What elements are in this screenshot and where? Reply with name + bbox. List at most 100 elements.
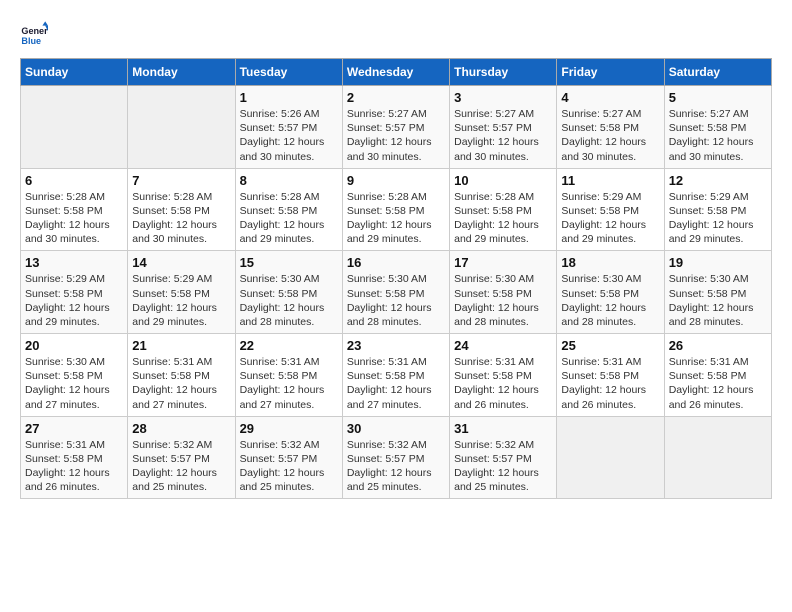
day-number: 2: [347, 90, 445, 105]
calendar-cell: 16 Sunrise: 5:30 AM Sunset: 5:58 PM Dayli…: [342, 251, 449, 334]
calendar-cell: 15 Sunrise: 5:30 AM Sunset: 5:58 PM Dayli…: [235, 251, 342, 334]
day-info: Sunrise: 5:31 AM Sunset: 5:58 PM Dayligh…: [454, 355, 552, 412]
calendar-cell: 29Sunrise: 5:32 AM Sunset: 5:57 PM Dayli…: [235, 416, 342, 499]
calendar-week-1: 1 Sunrise: 5:26 AM Sunset: 5:57 PM Daylig…: [21, 86, 772, 169]
weekday-header-thursday: Thursday: [450, 59, 557, 86]
day-number: 29: [240, 421, 338, 436]
day-info: Sunrise: 5:28 AM Sunset: 5:58 PM Dayligh…: [132, 190, 230, 247]
calendar-cell: 1 Sunrise: 5:26 AM Sunset: 5:57 PM Daylig…: [235, 86, 342, 169]
calendar-cell: 17Sunrise: 5:30 AM Sunset: 5:58 PM Dayli…: [450, 251, 557, 334]
day-info: Sunrise: 5:30 AM Sunset: 5:58 PM Dayligh…: [25, 355, 123, 412]
day-info: Sunrise: 5:26 AM Sunset: 5:57 PM Dayligh…: [240, 107, 338, 164]
day-info: Sunrise: 5:31 AM Sunset: 5:58 PM Dayligh…: [561, 355, 659, 412]
day-info: Sunrise: 5:29 AM Sunset: 5:58 PM Dayligh…: [561, 190, 659, 247]
day-info: Sunrise: 5:27 AM Sunset: 5:58 PM Dayligh…: [669, 107, 767, 164]
day-number: 22: [240, 338, 338, 353]
day-info: Sunrise: 5:32 AM Sunset: 5:57 PM Dayligh…: [454, 438, 552, 495]
day-number: 24: [454, 338, 552, 353]
logo-icon: General Blue: [20, 20, 48, 48]
day-number: 1: [240, 90, 338, 105]
day-number: 23: [347, 338, 445, 353]
day-number: 26: [669, 338, 767, 353]
day-number: 20: [25, 338, 123, 353]
day-info: Sunrise: 5:31 AM Sunset: 5:58 PM Dayligh…: [240, 355, 338, 412]
calendar-cell: [557, 416, 664, 499]
calendar-cell: 31Sunrise: 5:32 AM Sunset: 5:57 PM Dayli…: [450, 416, 557, 499]
day-info: Sunrise: 5:27 AM Sunset: 5:58 PM Dayligh…: [561, 107, 659, 164]
day-info: Sunrise: 5:32 AM Sunset: 5:57 PM Dayligh…: [132, 438, 230, 495]
page-header: General Blue: [20, 20, 772, 48]
calendar-week-2: 6 Sunrise: 5:28 AM Sunset: 5:58 PM Daylig…: [21, 168, 772, 251]
day-number: 6: [25, 173, 123, 188]
calendar-body: 1 Sunrise: 5:26 AM Sunset: 5:57 PM Daylig…: [21, 86, 772, 499]
calendar-cell: 25 Sunrise: 5:31 AM Sunset: 5:58 PM Dayli…: [557, 334, 664, 417]
day-number: 9: [347, 173, 445, 188]
day-info: Sunrise: 5:29 AM Sunset: 5:58 PM Dayligh…: [25, 272, 123, 329]
svg-text:General: General: [21, 26, 48, 36]
calendar-cell: 3 Sunrise: 5:27 AM Sunset: 5:57 PM Daylig…: [450, 86, 557, 169]
day-info: Sunrise: 5:30 AM Sunset: 5:58 PM Dayligh…: [561, 272, 659, 329]
calendar-cell: [128, 86, 235, 169]
calendar-cell: 2Sunrise: 5:27 AM Sunset: 5:57 PM Daylig…: [342, 86, 449, 169]
weekday-header-saturday: Saturday: [664, 59, 771, 86]
day-number: 16: [347, 255, 445, 270]
weekday-header-wednesday: Wednesday: [342, 59, 449, 86]
weekday-header-row: SundayMondayTuesdayWednesdayThursdayFrid…: [21, 59, 772, 86]
day-number: 14: [132, 255, 230, 270]
day-info: Sunrise: 5:30 AM Sunset: 5:58 PM Dayligh…: [669, 272, 767, 329]
day-number: 25: [561, 338, 659, 353]
day-number: 19: [669, 255, 767, 270]
day-info: Sunrise: 5:31 AM Sunset: 5:58 PM Dayligh…: [347, 355, 445, 412]
day-info: Sunrise: 5:32 AM Sunset: 5:57 PM Dayligh…: [347, 438, 445, 495]
calendar-cell: 30 Sunrise: 5:32 AM Sunset: 5:57 PM Dayli…: [342, 416, 449, 499]
calendar-week-5: 27Sunrise: 5:31 AM Sunset: 5:58 PM Dayli…: [21, 416, 772, 499]
day-info: Sunrise: 5:28 AM Sunset: 5:58 PM Dayligh…: [25, 190, 123, 247]
weekday-header-tuesday: Tuesday: [235, 59, 342, 86]
weekday-header-sunday: Sunday: [21, 59, 128, 86]
day-number: 4: [561, 90, 659, 105]
day-info: Sunrise: 5:30 AM Sunset: 5:58 PM Dayligh…: [240, 272, 338, 329]
weekday-header-monday: Monday: [128, 59, 235, 86]
calendar-cell: 18Sunrise: 5:30 AM Sunset: 5:58 PM Dayli…: [557, 251, 664, 334]
calendar-cell: 22 Sunrise: 5:31 AM Sunset: 5:58 PM Dayli…: [235, 334, 342, 417]
day-number: 15: [240, 255, 338, 270]
logo: General Blue: [20, 20, 52, 48]
day-info: Sunrise: 5:28 AM Sunset: 5:58 PM Dayligh…: [454, 190, 552, 247]
day-number: 21: [132, 338, 230, 353]
calendar-cell: 13 Sunrise: 5:29 AM Sunset: 5:58 PM Dayli…: [21, 251, 128, 334]
calendar-cell: 19 Sunrise: 5:30 AM Sunset: 5:58 PM Dayli…: [664, 251, 771, 334]
day-info: Sunrise: 5:27 AM Sunset: 5:57 PM Dayligh…: [454, 107, 552, 164]
day-info: Sunrise: 5:28 AM Sunset: 5:58 PM Dayligh…: [347, 190, 445, 247]
day-info: Sunrise: 5:29 AM Sunset: 5:58 PM Dayligh…: [132, 272, 230, 329]
calendar-table: SundayMondayTuesdayWednesdayThursdayFrid…: [20, 58, 772, 499]
day-number: 8: [240, 173, 338, 188]
calendar-cell: [21, 86, 128, 169]
calendar-cell: 24 Sunrise: 5:31 AM Sunset: 5:58 PM Dayli…: [450, 334, 557, 417]
day-info: Sunrise: 5:31 AM Sunset: 5:58 PM Dayligh…: [669, 355, 767, 412]
calendar-cell: 5 Sunrise: 5:27 AM Sunset: 5:58 PM Daylig…: [664, 86, 771, 169]
calendar-cell: 26 Sunrise: 5:31 AM Sunset: 5:58 PM Dayli…: [664, 334, 771, 417]
day-info: Sunrise: 5:31 AM Sunset: 5:58 PM Dayligh…: [25, 438, 123, 495]
calendar-cell: 28Sunrise: 5:32 AM Sunset: 5:57 PM Dayli…: [128, 416, 235, 499]
calendar-week-4: 20 Sunrise: 5:30 AM Sunset: 5:58 PM Dayli…: [21, 334, 772, 417]
day-info: Sunrise: 5:30 AM Sunset: 5:58 PM Dayligh…: [347, 272, 445, 329]
calendar-week-3: 13 Sunrise: 5:29 AM Sunset: 5:58 PM Dayli…: [21, 251, 772, 334]
day-info: Sunrise: 5:28 AM Sunset: 5:58 PM Dayligh…: [240, 190, 338, 247]
calendar-cell: [664, 416, 771, 499]
day-info: Sunrise: 5:29 AM Sunset: 5:58 PM Dayligh…: [669, 190, 767, 247]
calendar-cell: 11Sunrise: 5:29 AM Sunset: 5:58 PM Dayli…: [557, 168, 664, 251]
day-number: 5: [669, 90, 767, 105]
calendar-cell: 8 Sunrise: 5:28 AM Sunset: 5:58 PM Daylig…: [235, 168, 342, 251]
day-number: 13: [25, 255, 123, 270]
calendar-cell: 9 Sunrise: 5:28 AM Sunset: 5:58 PM Daylig…: [342, 168, 449, 251]
calendar-cell: 7 Sunrise: 5:28 AM Sunset: 5:58 PM Daylig…: [128, 168, 235, 251]
calendar-cell: 21Sunrise: 5:31 AM Sunset: 5:58 PM Dayli…: [128, 334, 235, 417]
calendar-cell: 10Sunrise: 5:28 AM Sunset: 5:58 PM Dayli…: [450, 168, 557, 251]
day-number: 3: [454, 90, 552, 105]
day-number: 30: [347, 421, 445, 436]
weekday-header-friday: Friday: [557, 59, 664, 86]
calendar-cell: 20 Sunrise: 5:30 AM Sunset: 5:58 PM Dayli…: [21, 334, 128, 417]
day-number: 17: [454, 255, 552, 270]
calendar-cell: 4 Sunrise: 5:27 AM Sunset: 5:58 PM Daylig…: [557, 86, 664, 169]
day-number: 7: [132, 173, 230, 188]
